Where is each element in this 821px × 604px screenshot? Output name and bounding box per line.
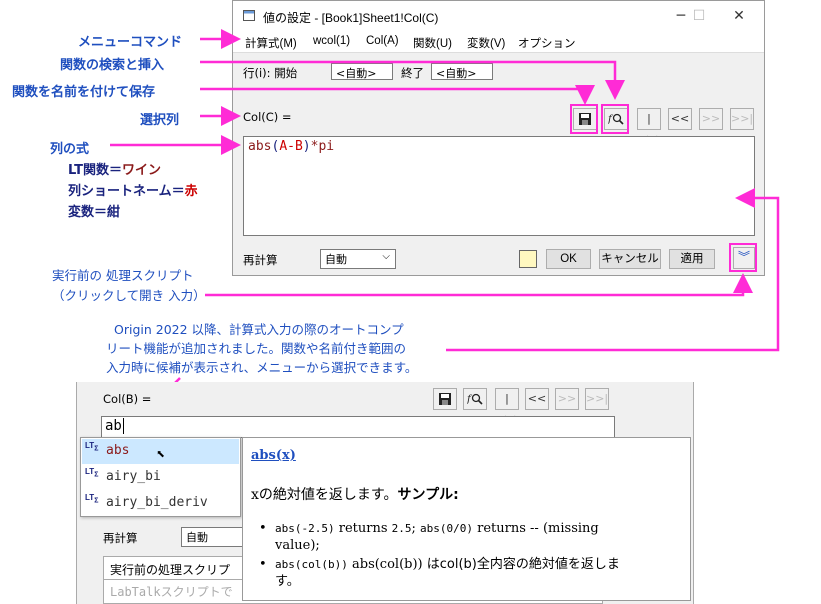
close-button[interactable]: ✕ [721, 5, 757, 27]
previous-column-button[interactable]: << [668, 108, 692, 130]
title-bar[interactable]: 値の設定 - [Book1]Sheet1!Col(C) ─ ☐ ✕ [233, 1, 764, 31]
formula-function: abs [248, 139, 272, 154]
lower-search-function-button[interactable]: f [463, 388, 487, 410]
formula-paren-close: ) [302, 139, 311, 154]
lower-previous-column-button[interactable]: << [525, 388, 549, 410]
annotation-pre-script: 実行前の 処理スクリプト （クリックして開き 入力） [52, 268, 206, 303]
suggestion-abs[interactable]: LTΣ abs ⬉ [82, 439, 239, 464]
menu-options[interactable]: オプション [518, 35, 576, 51]
lower-save-function-button[interactable] [433, 388, 457, 410]
menu-variable[interactable]: 変数(V) [467, 35, 505, 51]
menu-formula[interactable]: 計算式(M) [245, 35, 297, 51]
next-column-button[interactable]: >> [699, 108, 723, 130]
lt-function-icon: LTΣ [85, 441, 99, 453]
script-tab[interactable]: 実行前の処理スクリプト [103, 556, 243, 594]
lower-input-text: ab [105, 418, 122, 434]
legend-variable: 変数＝紺 [68, 205, 121, 220]
lt-function-icon: LTΣ [85, 467, 99, 479]
annotation-select-column: 選択列 [140, 113, 180, 128]
menu-function[interactable]: 関数(U) [413, 35, 452, 51]
annotation-column-formula: 列の式 [50, 142, 90, 157]
script-icon[interactable] [519, 250, 537, 268]
highlight-search-button [601, 104, 629, 134]
suggestion-airy-bi[interactable]: LTΣ airy_bi [82, 465, 239, 490]
chevron-down-icon: ⌵ [382, 251, 390, 262]
column-label: Col(C) = [243, 110, 292, 124]
floppy-disk-icon [439, 393, 451, 405]
highlight-save-button [570, 104, 598, 134]
recalc-value: 自動 [325, 253, 347, 266]
text-caret [122, 418, 124, 434]
formula-constant: *pi [310, 139, 335, 154]
autocomplete-list: LTΣ abs ⬉ LTΣ airy_bi LTΣ airy_bi_deriv [80, 437, 241, 517]
first-column-button[interactable]: |<< [637, 108, 661, 145]
lt-function-icon: LTΣ [85, 493, 99, 505]
script-placeholder: LabTalkスクリプトで [110, 585, 233, 599]
row-end-label: 終了 [401, 66, 424, 80]
formula-editor[interactable]: abs(A-B)*pi [243, 136, 755, 236]
lower-last-column-button[interactable]: >>| [585, 388, 609, 410]
legend-short-name: 列ショートネーム＝赤 [68, 184, 198, 199]
help-example-2: • abs(col(b)) abs(col(b)) はcol(b)全内容の絶対値… [259, 557, 620, 589]
svg-text:f: f [467, 394, 473, 405]
lower-next-column-button[interactable]: >> [555, 388, 579, 410]
search-function-icon: f [466, 393, 483, 405]
annotation-search-insert: 関数の検索と挿入 [60, 58, 165, 73]
mouse-cursor-icon: ⬉ [156, 445, 166, 463]
highlight-expand-button [729, 243, 757, 272]
row-start-field[interactable]: <自動> [331, 63, 393, 80]
recalc-label: 再計算 [243, 253, 278, 267]
color-legend: LT関数＝ワイン 列ショートネーム＝赤 変数＝紺 [68, 160, 198, 223]
menu-bar: 計算式(M) wcol(1) Col(A) 関数(U) 変数(V) オプション [233, 31, 764, 53]
lower-column-label: Col(B) = [103, 392, 152, 406]
annotation-autocomplete: Origin 2022 以降、計算式入力の際のオートコンプ リート機能が追加され… [106, 322, 418, 375]
menu-wcol[interactable]: wcol(1) [313, 35, 350, 47]
app-icon [243, 10, 255, 21]
row-range-label: 行(i): 開始 [243, 66, 298, 80]
apply-button[interactable]: 適用 [669, 249, 715, 269]
help-signature-link[interactable]: abs(x) [251, 448, 296, 463]
row-end-field[interactable]: <自動> [431, 63, 493, 80]
last-column-button[interactable]: >>| [730, 108, 754, 130]
window-title: 値の設定 - [Book1]Sheet1!Col(C) [263, 11, 439, 25]
annotation-menu-commands: メニューコマンド [78, 35, 183, 50]
ok-button[interactable]: OK [546, 249, 591, 269]
legend-lt-function: LT関数＝ワイン [68, 163, 162, 178]
lower-first-column-button[interactable]: |<< [495, 388, 519, 425]
set-values-dialog: 値の設定 - [Book1]Sheet1!Col(C) ─ ☐ ✕ 計算式(M)… [232, 0, 765, 276]
function-help-panel: abs(x) xの絶対値を返します。サンプル: • abs(-2.5) retu… [242, 437, 691, 601]
menu-cola[interactable]: Col(A) [366, 35, 399, 47]
formula-column-name: A-B [279, 139, 303, 154]
help-example-1: • abs(-2.5) returns 2.5; abs(0/0) return… [259, 521, 599, 553]
maximize-button[interactable]: ☐ [681, 5, 717, 27]
suggestion-airy-bi-deriv[interactable]: LTΣ airy_bi_deriv [82, 491, 239, 516]
lower-recalc-label: 再計算 [103, 531, 138, 545]
recalc-dropdown[interactable]: 自動 ⌵ [320, 249, 396, 269]
help-description: xの絶対値を返します。サンプル: [251, 487, 459, 503]
annotation-save-named: 関数を名前を付けて保存 [12, 85, 156, 100]
cancel-button[interactable]: キャンセル [599, 249, 661, 269]
lower-recalc-dropdown[interactable]: 自動 [181, 527, 243, 547]
lower-formula-input[interactable]: ab [101, 416, 615, 438]
